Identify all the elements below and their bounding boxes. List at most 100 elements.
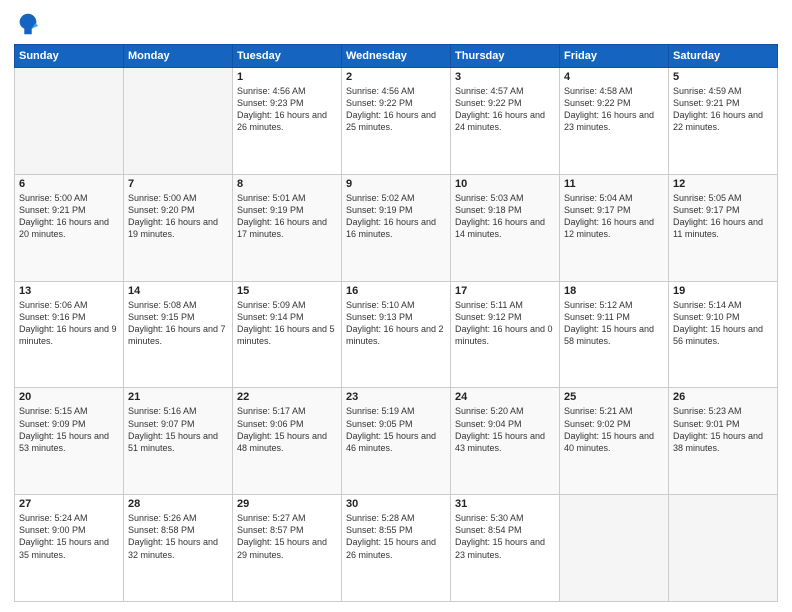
calendar-cell: 25Sunrise: 5:21 AMSunset: 9:02 PMDayligh…	[560, 388, 669, 495]
day-info: Sunrise: 5:00 AMSunset: 9:21 PMDaylight:…	[19, 192, 119, 241]
calendar-cell: 29Sunrise: 5:27 AMSunset: 8:57 PMDayligh…	[233, 495, 342, 602]
day-number: 10	[455, 178, 555, 190]
day-number: 17	[455, 285, 555, 297]
calendar-cell: 18Sunrise: 5:12 AMSunset: 9:11 PMDayligh…	[560, 281, 669, 388]
day-info: Sunrise: 5:10 AMSunset: 9:13 PMDaylight:…	[346, 299, 446, 348]
day-info: Sunrise: 5:27 AMSunset: 8:57 PMDaylight:…	[237, 512, 337, 561]
day-number: 22	[237, 391, 337, 403]
day-number: 30	[346, 498, 446, 510]
day-number: 1	[237, 71, 337, 83]
day-info: Sunrise: 5:11 AMSunset: 9:12 PMDaylight:…	[455, 299, 555, 348]
day-info: Sunrise: 5:02 AMSunset: 9:19 PMDaylight:…	[346, 192, 446, 241]
day-info: Sunrise: 5:03 AMSunset: 9:18 PMDaylight:…	[455, 192, 555, 241]
calendar-cell: 10 Sunrise: 5:03 AMSunset: 9:18 PMDayligh…	[451, 174, 560, 281]
day-number: 26	[673, 391, 773, 403]
header	[14, 10, 778, 38]
calendar-cell: 30 Sunrise: 5:28 AMSunset: 8:55 PMDayligh…	[342, 495, 451, 602]
calendar-cell: 14Sunrise: 5:08 AMSunset: 9:15 PMDayligh…	[124, 281, 233, 388]
calendar-cell: 31Sunrise: 5:30 AMSunset: 8:54 PMDayligh…	[451, 495, 560, 602]
day-number: 11	[564, 178, 664, 190]
day-info: Sunrise: 5:17 AMSunset: 9:06 PMDaylight:…	[237, 405, 337, 454]
calendar-cell: 20 Sunrise: 5:15 AMSunset: 9:09 PMDayligh…	[15, 388, 124, 495]
calendar: SundayMondayTuesdayWednesdayThursdayFrid…	[14, 44, 778, 602]
day-info: Sunrise: 5:19 AMSunset: 9:05 PMDaylight:…	[346, 405, 446, 454]
calendar-cell: 2 Sunrise: 4:56 AMSunset: 9:22 PMDaylight…	[342, 68, 451, 175]
calendar-day-header: Thursday	[451, 45, 560, 68]
day-number: 6	[19, 178, 119, 190]
calendar-cell: 4Sunrise: 4:58 AMSunset: 9:22 PMDaylight…	[560, 68, 669, 175]
calendar-day-header: Sunday	[15, 45, 124, 68]
calendar-cell	[669, 495, 778, 602]
day-info: Sunrise: 5:28 AMSunset: 8:55 PMDaylight:…	[346, 512, 446, 561]
calendar-cell: 19 Sunrise: 5:14 AMSunset: 9:10 PMDayligh…	[669, 281, 778, 388]
calendar-cell: 1 Sunrise: 4:56 AMSunset: 9:23 PMDaylight…	[233, 68, 342, 175]
calendar-cell: 24 Sunrise: 5:20 AMSunset: 9:04 PMDayligh…	[451, 388, 560, 495]
calendar-cell: 15Sunrise: 5:09 AMSunset: 9:14 PMDayligh…	[233, 281, 342, 388]
calendar-cell: 12Sunrise: 5:05 AMSunset: 9:17 PMDayligh…	[669, 174, 778, 281]
day-number: 20	[19, 391, 119, 403]
calendar-cell: 22 Sunrise: 5:17 AMSunset: 9:06 PMDayligh…	[233, 388, 342, 495]
day-number: 25	[564, 391, 664, 403]
day-number: 23	[346, 391, 446, 403]
calendar-week-row: 20 Sunrise: 5:15 AMSunset: 9:09 PMDayligh…	[15, 388, 778, 495]
day-number: 27	[19, 498, 119, 510]
day-info: Sunrise: 5:06 AMSunset: 9:16 PMDaylight:…	[19, 299, 119, 348]
page: SundayMondayTuesdayWednesdayThursdayFrid…	[0, 0, 792, 612]
day-number: 24	[455, 391, 555, 403]
day-info: Sunrise: 5:16 AMSunset: 9:07 PMDaylight:…	[128, 405, 228, 454]
day-number: 21	[128, 391, 228, 403]
calendar-cell: 8Sunrise: 5:01 AMSunset: 9:19 PMDaylight…	[233, 174, 342, 281]
calendar-cell: 27 Sunrise: 5:24 AMSunset: 9:00 PMDayligh…	[15, 495, 124, 602]
calendar-week-row: 1 Sunrise: 4:56 AMSunset: 9:23 PMDaylight…	[15, 68, 778, 175]
calendar-week-row: 27 Sunrise: 5:24 AMSunset: 9:00 PMDayligh…	[15, 495, 778, 602]
day-info: Sunrise: 5:08 AMSunset: 9:15 PMDaylight:…	[128, 299, 228, 348]
day-number: 8	[237, 178, 337, 190]
day-number: 7	[128, 178, 228, 190]
calendar-day-header: Wednesday	[342, 45, 451, 68]
day-info: Sunrise: 5:23 AMSunset: 9:01 PMDaylight:…	[673, 405, 773, 454]
calendar-cell: 7Sunrise: 5:00 AMSunset: 9:20 PMDaylight…	[124, 174, 233, 281]
day-info: Sunrise: 5:04 AMSunset: 9:17 PMDaylight:…	[564, 192, 664, 241]
calendar-day-header: Friday	[560, 45, 669, 68]
calendar-cell	[560, 495, 669, 602]
calendar-cell: 5 Sunrise: 4:59 AMSunset: 9:21 PMDaylight…	[669, 68, 778, 175]
day-number: 13	[19, 285, 119, 297]
calendar-cell: 28 Sunrise: 5:26 AMSunset: 8:58 PMDayligh…	[124, 495, 233, 602]
day-info: Sunrise: 5:26 AMSunset: 8:58 PMDaylight:…	[128, 512, 228, 561]
day-info: Sunrise: 4:56 AMSunset: 9:23 PMDaylight:…	[237, 85, 337, 134]
day-number: 19	[673, 285, 773, 297]
day-number: 2	[346, 71, 446, 83]
logo	[14, 10, 46, 38]
day-info: Sunrise: 4:59 AMSunset: 9:21 PMDaylight:…	[673, 85, 773, 134]
day-number: 3	[455, 71, 555, 83]
calendar-day-header: Monday	[124, 45, 233, 68]
day-info: Sunrise: 5:15 AMSunset: 9:09 PMDaylight:…	[19, 405, 119, 454]
day-info: Sunrise: 5:14 AMSunset: 9:10 PMDaylight:…	[673, 299, 773, 348]
calendar-cell: 3 Sunrise: 4:57 AMSunset: 9:22 PMDaylight…	[451, 68, 560, 175]
day-number: 28	[128, 498, 228, 510]
day-number: 16	[346, 285, 446, 297]
calendar-week-row: 6 Sunrise: 5:00 AMSunset: 9:21 PMDaylight…	[15, 174, 778, 281]
calendar-cell: 23 Sunrise: 5:19 AMSunset: 9:05 PMDayligh…	[342, 388, 451, 495]
calendar-week-row: 13 Sunrise: 5:06 AMSunset: 9:16 PMDayligh…	[15, 281, 778, 388]
day-info: Sunrise: 5:24 AMSunset: 9:00 PMDaylight:…	[19, 512, 119, 561]
day-info: Sunrise: 4:58 AMSunset: 9:22 PMDaylight:…	[564, 85, 664, 134]
day-info: Sunrise: 5:12 AMSunset: 9:11 PMDaylight:…	[564, 299, 664, 348]
calendar-cell	[15, 68, 124, 175]
day-info: Sunrise: 4:57 AMSunset: 9:22 PMDaylight:…	[455, 85, 555, 134]
day-number: 9	[346, 178, 446, 190]
calendar-cell: 6 Sunrise: 5:00 AMSunset: 9:21 PMDaylight…	[15, 174, 124, 281]
calendar-cell: 21 Sunrise: 5:16 AMSunset: 9:07 PMDayligh…	[124, 388, 233, 495]
day-number: 12	[673, 178, 773, 190]
calendar-day-header: Tuesday	[233, 45, 342, 68]
calendar-cell: 13 Sunrise: 5:06 AMSunset: 9:16 PMDayligh…	[15, 281, 124, 388]
day-info: Sunrise: 5:20 AMSunset: 9:04 PMDaylight:…	[455, 405, 555, 454]
day-info: Sunrise: 4:56 AMSunset: 9:22 PMDaylight:…	[346, 85, 446, 134]
calendar-cell	[124, 68, 233, 175]
calendar-cell: 16 Sunrise: 5:10 AMSunset: 9:13 PMDayligh…	[342, 281, 451, 388]
day-number: 15	[237, 285, 337, 297]
calendar-header-row: SundayMondayTuesdayWednesdayThursdayFrid…	[15, 45, 778, 68]
day-number: 31	[455, 498, 555, 510]
calendar-cell: 17 Sunrise: 5:11 AMSunset: 9:12 PMDayligh…	[451, 281, 560, 388]
day-number: 5	[673, 71, 773, 83]
